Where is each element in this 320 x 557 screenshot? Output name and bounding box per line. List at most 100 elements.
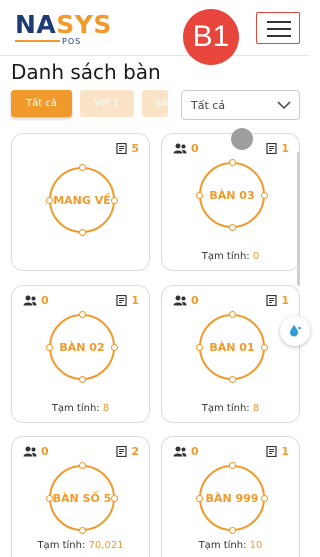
guest-count-value: 0 <box>41 294 49 307</box>
tab-sa[interactable]: SA <box>142 90 168 117</box>
hamburger-icon-line <box>267 35 291 37</box>
chair-dot <box>78 229 86 236</box>
users-icon <box>23 295 37 306</box>
guest-count-value: 0 <box>191 294 199 307</box>
table-card-ban-999[interactable]: 0 1 BÀN 999 Tạm tính: 10 <box>161 436 300 557</box>
chair-dot <box>261 494 268 502</box>
subtotal-label: Tạm tính: <box>51 403 100 414</box>
chair-dot <box>111 494 118 502</box>
chair-dot <box>228 376 236 383</box>
tab-all[interactable]: Tất cả <box>11 90 72 117</box>
subtotal-value: 70,021 <box>88 540 124 551</box>
subtotal-value: 8 <box>102 403 110 414</box>
table-shape: BÀN 999 <box>196 462 268 534</box>
table-card-mang-ve[interactable]: 5 MANG VỀ <box>11 133 150 271</box>
table-name: BÀN 01 <box>209 340 255 354</box>
app-header: NASYS POS B1 <box>0 0 309 65</box>
logo-underline <box>15 40 60 42</box>
chair-dot <box>196 343 203 351</box>
chevron-down-icon <box>277 101 291 110</box>
chair-dot <box>78 164 86 171</box>
receipt-icon <box>116 295 127 306</box>
tab-vip-1[interactable]: VIP 1 <box>80 90 134 117</box>
table-name: MANG VỀ <box>53 193 111 207</box>
subtotal: Tạm tính: 8 <box>162 403 299 414</box>
subtotal-label: Tạm tính: <box>37 540 86 551</box>
receipt-icon <box>266 143 277 154</box>
chair-dot <box>261 343 268 351</box>
chair-dot <box>46 343 53 351</box>
subtotal: Tạm tính: 10 <box>162 540 299 551</box>
table-name: BÀN 03 <box>209 188 255 202</box>
nasys-logo[interactable]: NASYS POS <box>15 10 125 46</box>
table-shape: BÀN 02 <box>46 311 118 383</box>
chair-dot <box>111 343 118 351</box>
receipt-icon <box>266 446 277 457</box>
subtotal-value: 8 <box>252 403 260 414</box>
chair-dot <box>111 196 118 204</box>
subtotal-value: 10 <box>249 540 263 551</box>
chair-dot <box>261 191 268 199</box>
step-badge: B1 <box>183 9 239 65</box>
hamburger-icon-line <box>267 28 291 30</box>
chair-dot <box>78 527 86 534</box>
table-shape: BÀN 01 <box>196 311 268 383</box>
hamburger-menu-button[interactable] <box>256 12 300 44</box>
subtotal-value: 0 <box>252 251 260 262</box>
order-count-value: 5 <box>131 142 139 155</box>
order-count-value: 1 <box>281 142 289 155</box>
subtotal: Tạm tính: 70,021 <box>12 540 149 551</box>
chair-dot <box>228 224 236 231</box>
order-count: 2 <box>116 445 139 458</box>
logo-subtext: POS <box>62 37 82 46</box>
logo-text-right: SYS <box>56 10 112 39</box>
table-card-ban-so-5[interactable]: 0 2 BÀN SỐ 5 Tạm tính: 70,021 <box>11 436 150 557</box>
guest-count: 0 <box>173 445 199 458</box>
subtotal-label: Tạm tính: <box>201 251 250 262</box>
table-card-ban-01[interactable]: 0 1 BÀN 01 Tạm tính: 8 <box>161 285 300 423</box>
subtotal: Tạm tính: 0 <box>162 251 299 262</box>
guest-count-value: 0 <box>191 445 199 458</box>
chair-dot <box>228 311 236 318</box>
guest-count-value: 0 <box>191 142 199 155</box>
guest-count: 0 <box>173 142 199 155</box>
floating-action-button[interactable] <box>280 316 310 346</box>
users-icon <box>173 446 187 457</box>
chair-dot <box>228 462 236 469</box>
chair-dot <box>228 159 236 166</box>
order-count: 1 <box>116 294 139 307</box>
table-shape: BÀN SỐ 5 <box>46 462 118 534</box>
chair-dot <box>196 191 203 199</box>
subtotal-label: Tạm tính: <box>198 540 247 551</box>
guest-count: 0 <box>23 445 49 458</box>
water-drop-icon <box>290 325 301 337</box>
chair-dot <box>46 196 53 204</box>
order-count-value: 1 <box>281 445 289 458</box>
hamburger-icon <box>267 21 291 23</box>
chair-dot <box>78 376 86 383</box>
order-count: 1 <box>266 294 289 307</box>
page-title: Danh sách bàn <box>11 60 161 84</box>
table-name: BÀN 02 <box>59 340 105 354</box>
table-card-ban-02[interactable]: 0 1 BÀN 02 Tạm tính: 8 <box>11 285 150 423</box>
subtotal-label: Tạm tính: <box>201 403 250 414</box>
chair-dot <box>196 494 203 502</box>
order-count-value: 1 <box>131 294 139 307</box>
users-icon <box>173 143 187 154</box>
order-count-value: 1 <box>281 294 289 307</box>
table-name: BÀN SỐ 5 <box>52 491 112 505</box>
logo-text-left: NA <box>15 10 57 39</box>
table-card-ban-03[interactable]: 0 1 BÀN 03 Tạm tính: 0 <box>161 133 300 271</box>
users-icon <box>173 295 187 306</box>
subtotal: Tạm tính: 8 <box>12 403 149 414</box>
chair-dot <box>78 311 86 318</box>
area-select[interactable]: Tất cả <box>181 90 300 120</box>
touch-indicator <box>231 128 253 150</box>
table-shape: MANG VỀ <box>46 164 118 236</box>
scrollbar[interactable] <box>297 152 300 286</box>
guest-count: 0 <box>23 294 49 307</box>
order-count: 5 <box>116 142 139 155</box>
receipt-icon <box>266 295 277 306</box>
chair-dot <box>228 527 236 534</box>
guest-count: 0 <box>173 294 199 307</box>
